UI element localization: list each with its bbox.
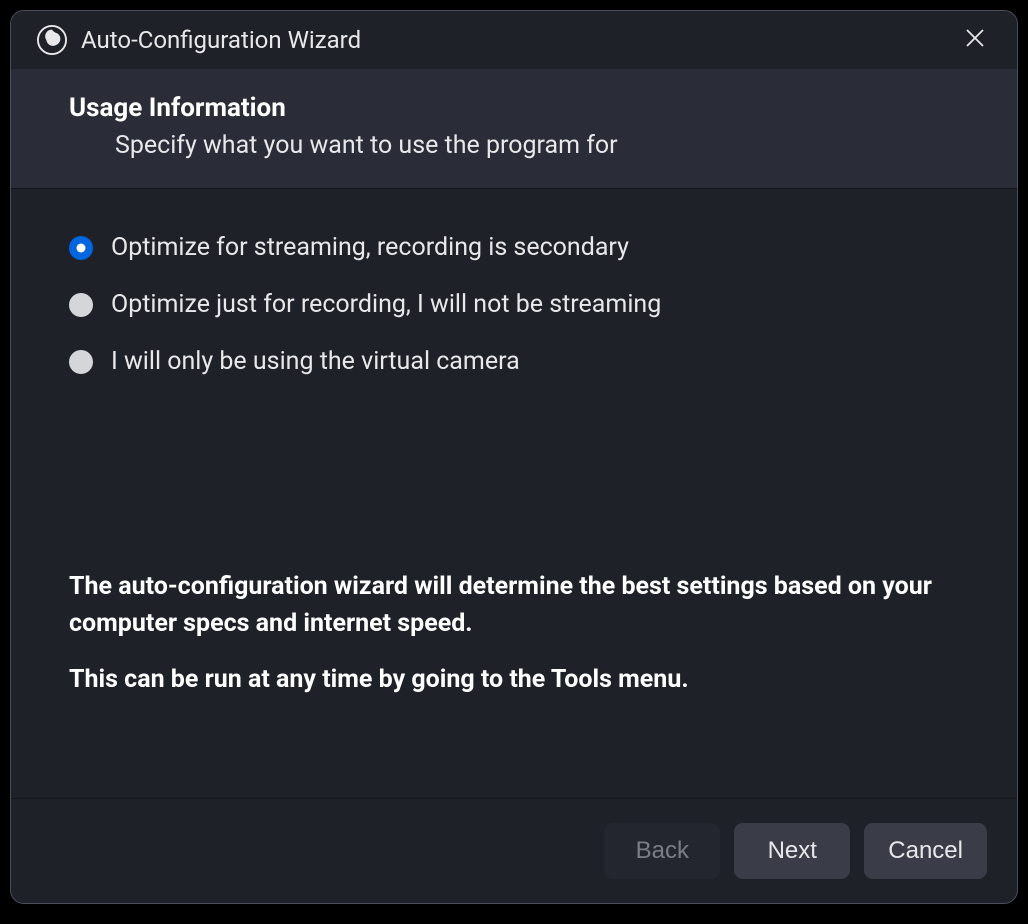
wizard-content: Optimize for streaming, recording is sec… [11, 189, 1017, 798]
close-icon [963, 26, 987, 54]
radio-indicator [69, 293, 93, 317]
radio-indicator [69, 350, 93, 374]
radio-option-virtual-camera[interactable]: I will only be using the virtual camera [69, 347, 959, 376]
page-subtitle: Specify what you want to use the program… [69, 131, 977, 160]
page-title: Usage Information [69, 93, 977, 123]
next-button[interactable]: Next [734, 823, 850, 879]
cancel-button[interactable]: Cancel [864, 823, 987, 879]
wizard-header: Usage Information Specify what you want … [11, 69, 1017, 189]
obs-icon [37, 25, 67, 55]
close-button[interactable] [955, 20, 995, 60]
radio-indicator [69, 236, 93, 260]
wizard-footer: Back Next Cancel [11, 798, 1017, 903]
wizard-info-text: The auto-configuration wizard will deter… [69, 569, 959, 718]
usage-radio-group: Optimize for streaming, recording is sec… [69, 233, 959, 376]
info-paragraph: The auto-configuration wizard will deter… [69, 569, 959, 642]
auto-config-wizard-dialog: Auto-Configuration Wizard Usage Informat… [10, 10, 1018, 904]
window-title: Auto-Configuration Wizard [81, 26, 955, 54]
radio-label: Optimize for streaming, recording is sec… [111, 233, 629, 262]
radio-option-streaming[interactable]: Optimize for streaming, recording is sec… [69, 233, 959, 262]
radio-option-recording[interactable]: Optimize just for recording, I will not … [69, 290, 959, 319]
radio-label: I will only be using the virtual camera [111, 347, 520, 376]
info-paragraph: This can be run at any time by going to … [69, 662, 959, 698]
titlebar: Auto-Configuration Wizard [11, 11, 1017, 69]
radio-label: Optimize just for recording, I will not … [111, 290, 661, 319]
back-button[interactable]: Back [604, 823, 720, 879]
